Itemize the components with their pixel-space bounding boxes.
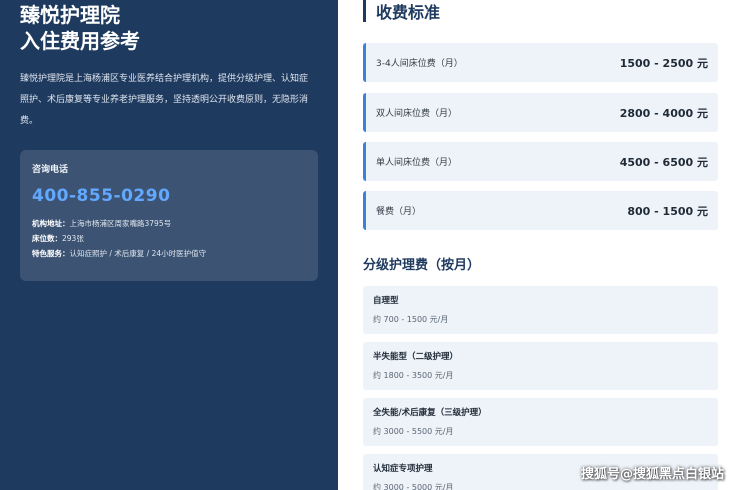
care-item: 全失能/术后康复（三级护理） 约 3000 - 5500 元/月: [363, 398, 718, 446]
intro-line: 臻悦护理院是上海杨浦区专业医养结合护理机构，提供分级护理、认知症: [20, 74, 309, 84]
fee-standard-heading: 收费标准: [363, 0, 440, 22]
fee-label: 双人间床位费（月）: [376, 109, 458, 119]
care-fee-heading: 分级护理费（按月）: [363, 258, 481, 273]
care-name: 自理型: [373, 296, 399, 306]
fee-value: 2800 - 4000 元: [619, 106, 708, 120]
fee-row-double: 双人间床位费（月） 2800 - 4000 元: [363, 93, 718, 132]
beds-value: 293张: [62, 234, 84, 243]
features-row: 特色服务：认知症照护 / 术后康复 / 24小时医护值守: [32, 246, 306, 261]
contact-label: 咨询电话: [32, 165, 69, 175]
address-value: 上海市杨浦区周家嘴路3795号: [69, 219, 172, 228]
intro-line: 照护、术后康复等专业养老护理服务，坚持透明公开收费原则，无隐形消: [20, 95, 309, 105]
care-price: 约 3000 - 5000 元/月: [373, 483, 454, 490]
fee-value: 800 - 1500 元: [627, 204, 708, 218]
care-item: 自理型 约 700 - 1500 元/月: [363, 286, 718, 334]
care-price: 约 1800 - 3500 元/月: [373, 371, 454, 380]
phone-number[interactable]: 400-855-0290: [32, 185, 306, 207]
care-name: 全失能/术后康复（三级护理）: [373, 408, 487, 418]
fee-label: 单人间床位费（月）: [376, 158, 458, 168]
beds-label: 床位数：: [32, 234, 62, 243]
fee-panel: 收费标准 3-4人间床位费（月） 1500 - 2500 元 双人间床位费（月）…: [338, 0, 740, 490]
fee-row-meal: 餐费（月） 800 - 1500 元: [363, 191, 718, 230]
care-name: 半失能型（二级护理）: [373, 352, 459, 362]
contact-card: 咨询电话 400-855-0290 机构地址：上海市杨浦区周家嘴路3795号 床…: [20, 150, 318, 281]
fee-row-single: 单人间床位费（月） 4500 - 6500 元: [363, 142, 718, 181]
intro-description: 臻悦护理院是上海杨浦区专业医养结合护理机构，提供分级护理、认知症 照护、术后康复…: [20, 69, 318, 132]
intro-panel: 臻悦护理院 入住费用参考 臻悦护理院是上海杨浦区专业医养结合护理机构，提供分级护…: [0, 0, 338, 490]
beds-row: 床位数：293张: [32, 231, 306, 246]
care-item: 半失能型（二级护理） 约 1800 - 3500 元/月: [363, 342, 718, 390]
address-row: 机构地址：上海市杨浦区周家嘴路3795号: [32, 216, 306, 231]
fee-value: 1500 - 2500 元: [619, 56, 708, 70]
page-subtitle: 入住费用参考: [20, 29, 140, 53]
care-price: 约 3000 - 5500 元/月: [373, 427, 454, 436]
fee-row-dorm: 3-4人间床位费（月） 1500 - 2500 元: [363, 43, 718, 82]
page-title: 臻悦护理院: [20, 3, 120, 27]
intro-line: 费。: [20, 116, 39, 126]
features-value: 认知症照护 / 术后康复 / 24小时医护值守: [69, 249, 207, 258]
fee-label: 3-4人间床位费（月）: [376, 59, 463, 69]
source-watermark: 搜狐号@搜狐黑点白银站: [580, 467, 724, 482]
features-label: 特色服务：: [32, 249, 70, 258]
address-label: 机构地址：: [32, 219, 70, 228]
institution-info: 机构地址：上海市杨浦区周家嘴路3795号 床位数：293张 特色服务：认知症照护…: [32, 216, 306, 261]
care-price: 约 700 - 1500 元/月: [373, 315, 449, 324]
fee-label: 餐费（月）: [376, 207, 422, 217]
fee-value: 4500 - 6500 元: [619, 155, 708, 169]
